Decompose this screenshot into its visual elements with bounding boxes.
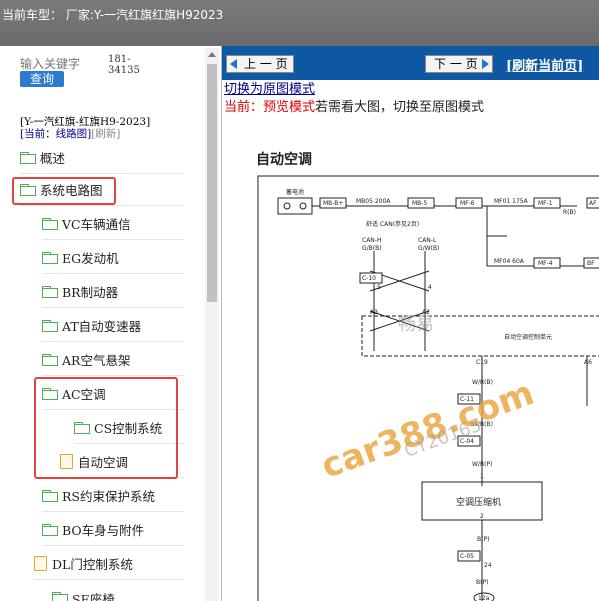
tree-item-label: RS约束保护系统 — [62, 489, 155, 504]
folder-icon — [42, 217, 58, 230]
folder-icon — [52, 592, 68, 601]
counter-line2: 34135 — [108, 65, 140, 76]
tree-scrollbar[interactable] — [205, 48, 219, 601]
watermark-main: car388.com — [316, 373, 539, 487]
breadcrumb-path: [Y-一汽红旗-红旗H9-2023] — [20, 116, 151, 128]
wiring-diagram: 蓄电池 MB-B+ MB05 200A MB-5 MF-6 MF01 175A … — [257, 175, 599, 601]
label-r-b: R(B) — [563, 209, 576, 216]
search-button[interactable]: 查询 — [20, 71, 64, 87]
label-can-title: 舒适 CAN(参见2页) — [366, 220, 419, 228]
battery-terminal — [299, 202, 307, 210]
label-mb-b-plus: MB-B+ — [323, 200, 343, 207]
tree-item-br[interactable]: BR制动器 — [42, 276, 184, 308]
label-pin12a: 12a — [478, 595, 490, 601]
breadcrumb-refresh[interactable]: [刷新] — [91, 128, 120, 140]
label-mf04: MF04 60A — [494, 258, 525, 265]
label-pin2: 2 — [480, 513, 484, 520]
label-pin4: 4 — [428, 284, 432, 291]
scroll-up-arrow-icon[interactable] — [208, 52, 216, 57]
label-pin5: 5 — [377, 284, 381, 291]
title-bar: 当前车型： 厂家:Y-一汽红旗红旗H92023 — [0, 0, 599, 46]
label-mf6: MF-6 — [460, 200, 475, 207]
label-can-h-wire: G/B(B) — [362, 245, 382, 252]
left-panel: 查询 181- 34135 [Y-一汽红旗-红旗H9-2023] [当前：线路图… — [0, 46, 222, 601]
breadcrumb-current: [当前：线路图] — [20, 128, 92, 140]
battery-terminal — [283, 202, 291, 210]
label-a3: A3 — [370, 309, 378, 316]
tree-item-label: DL门控制系统 — [52, 557, 133, 572]
folder-icon — [42, 251, 58, 264]
label-bf: BF — [587, 260, 595, 267]
tree-item-vc[interactable]: VC车辆通信 — [42, 208, 184, 240]
tree-item-rs[interactable]: RS约束保护系统 — [42, 480, 184, 512]
label-mb05: MB05 200A — [356, 198, 391, 205]
label-wire-bp-2: B(P) — [476, 579, 488, 586]
search-input[interactable] — [20, 56, 86, 72]
tree-item-label: VC车辆通信 — [62, 217, 131, 232]
folder-icon — [42, 523, 58, 536]
tree-item-label: AT自动变速器 — [62, 319, 142, 334]
folder-icon — [42, 319, 58, 332]
content-panel: 上 一 页 下 一 页 [刷新当前页] 切换为原图模式 当前：预览模式若需看大图… — [222, 46, 599, 601]
result-counter: 181- 34135 — [108, 54, 140, 76]
scrollbar-thumb[interactable] — [207, 64, 217, 302]
label-battery: 蓄电池 — [286, 188, 304, 196]
label-pin1: 1 — [480, 473, 484, 480]
tree-item-bo[interactable]: BO车身与附件 — [42, 514, 184, 546]
label-mf4: MF-4 — [538, 260, 553, 267]
label-mb5: MB-5 — [412, 200, 427, 207]
tree-item-label: BR制动器 — [62, 285, 119, 300]
label-mf1: MF-1 — [538, 200, 553, 207]
highlight-box-ac — [34, 377, 178, 479]
folder-icon — [42, 353, 58, 366]
tree-item-overview[interactable]: 概述 — [20, 142, 184, 174]
tree-item-label: 概述 — [40, 151, 66, 166]
highlight-box-system-circuits — [12, 177, 116, 205]
label-c05: C-05 — [460, 553, 474, 560]
vehicle-title: 当前车型： 厂家:Y-一汽红旗红旗H92023 — [2, 8, 224, 22]
label-a6: A6 — [584, 359, 592, 366]
tree-item-dl[interactable]: DL门控制系统 — [34, 548, 184, 580]
label-ac-unit: 自动空调控制单元 — [504, 333, 552, 341]
tree-item-se[interactable]: SE座椅 — [52, 582, 184, 601]
label-can-l-wire: G/W(B) — [418, 245, 439, 252]
label-mf01: MF01 175A — [494, 198, 529, 205]
document-icon — [34, 556, 47, 571]
label-can-h: CAN-H — [362, 237, 381, 244]
tree-item-label: EG发动机 — [62, 251, 119, 266]
battery-symbol — [277, 197, 313, 215]
watermark-sub: 畅易 — [398, 314, 434, 335]
folder-icon — [42, 285, 58, 298]
breadcrumb: [Y-一汽红旗-红旗H9-2023] [当前：线路图][刷新] — [20, 116, 150, 140]
label-pin24: 24 — [484, 562, 492, 569]
counter-line1: 181- — [108, 54, 131, 65]
label-af: AF — [589, 200, 597, 207]
tree-item-label: BO车身与附件 — [62, 523, 145, 538]
tree-item-ar[interactable]: AR空气悬架 — [42, 344, 184, 376]
label-wire-wrp: W/R(P) — [472, 461, 492, 468]
folder-icon — [42, 489, 58, 502]
label-compressor: 空调压缩机 — [456, 496, 501, 508]
label-wire-bp: B(P) — [477, 536, 489, 543]
label-c10: C-10 — [362, 275, 376, 282]
folder-icon — [20, 151, 36, 164]
label-c19: C19 — [476, 359, 488, 366]
tree-item-label: SE座椅 — [72, 591, 115, 601]
tree-item-at[interactable]: AT自动变速器 — [42, 310, 184, 342]
tree-item-label: AR空气悬架 — [62, 353, 131, 368]
label-can-l: CAN-L — [418, 237, 437, 244]
tree-item-eg[interactable]: EG发动机 — [42, 242, 184, 274]
